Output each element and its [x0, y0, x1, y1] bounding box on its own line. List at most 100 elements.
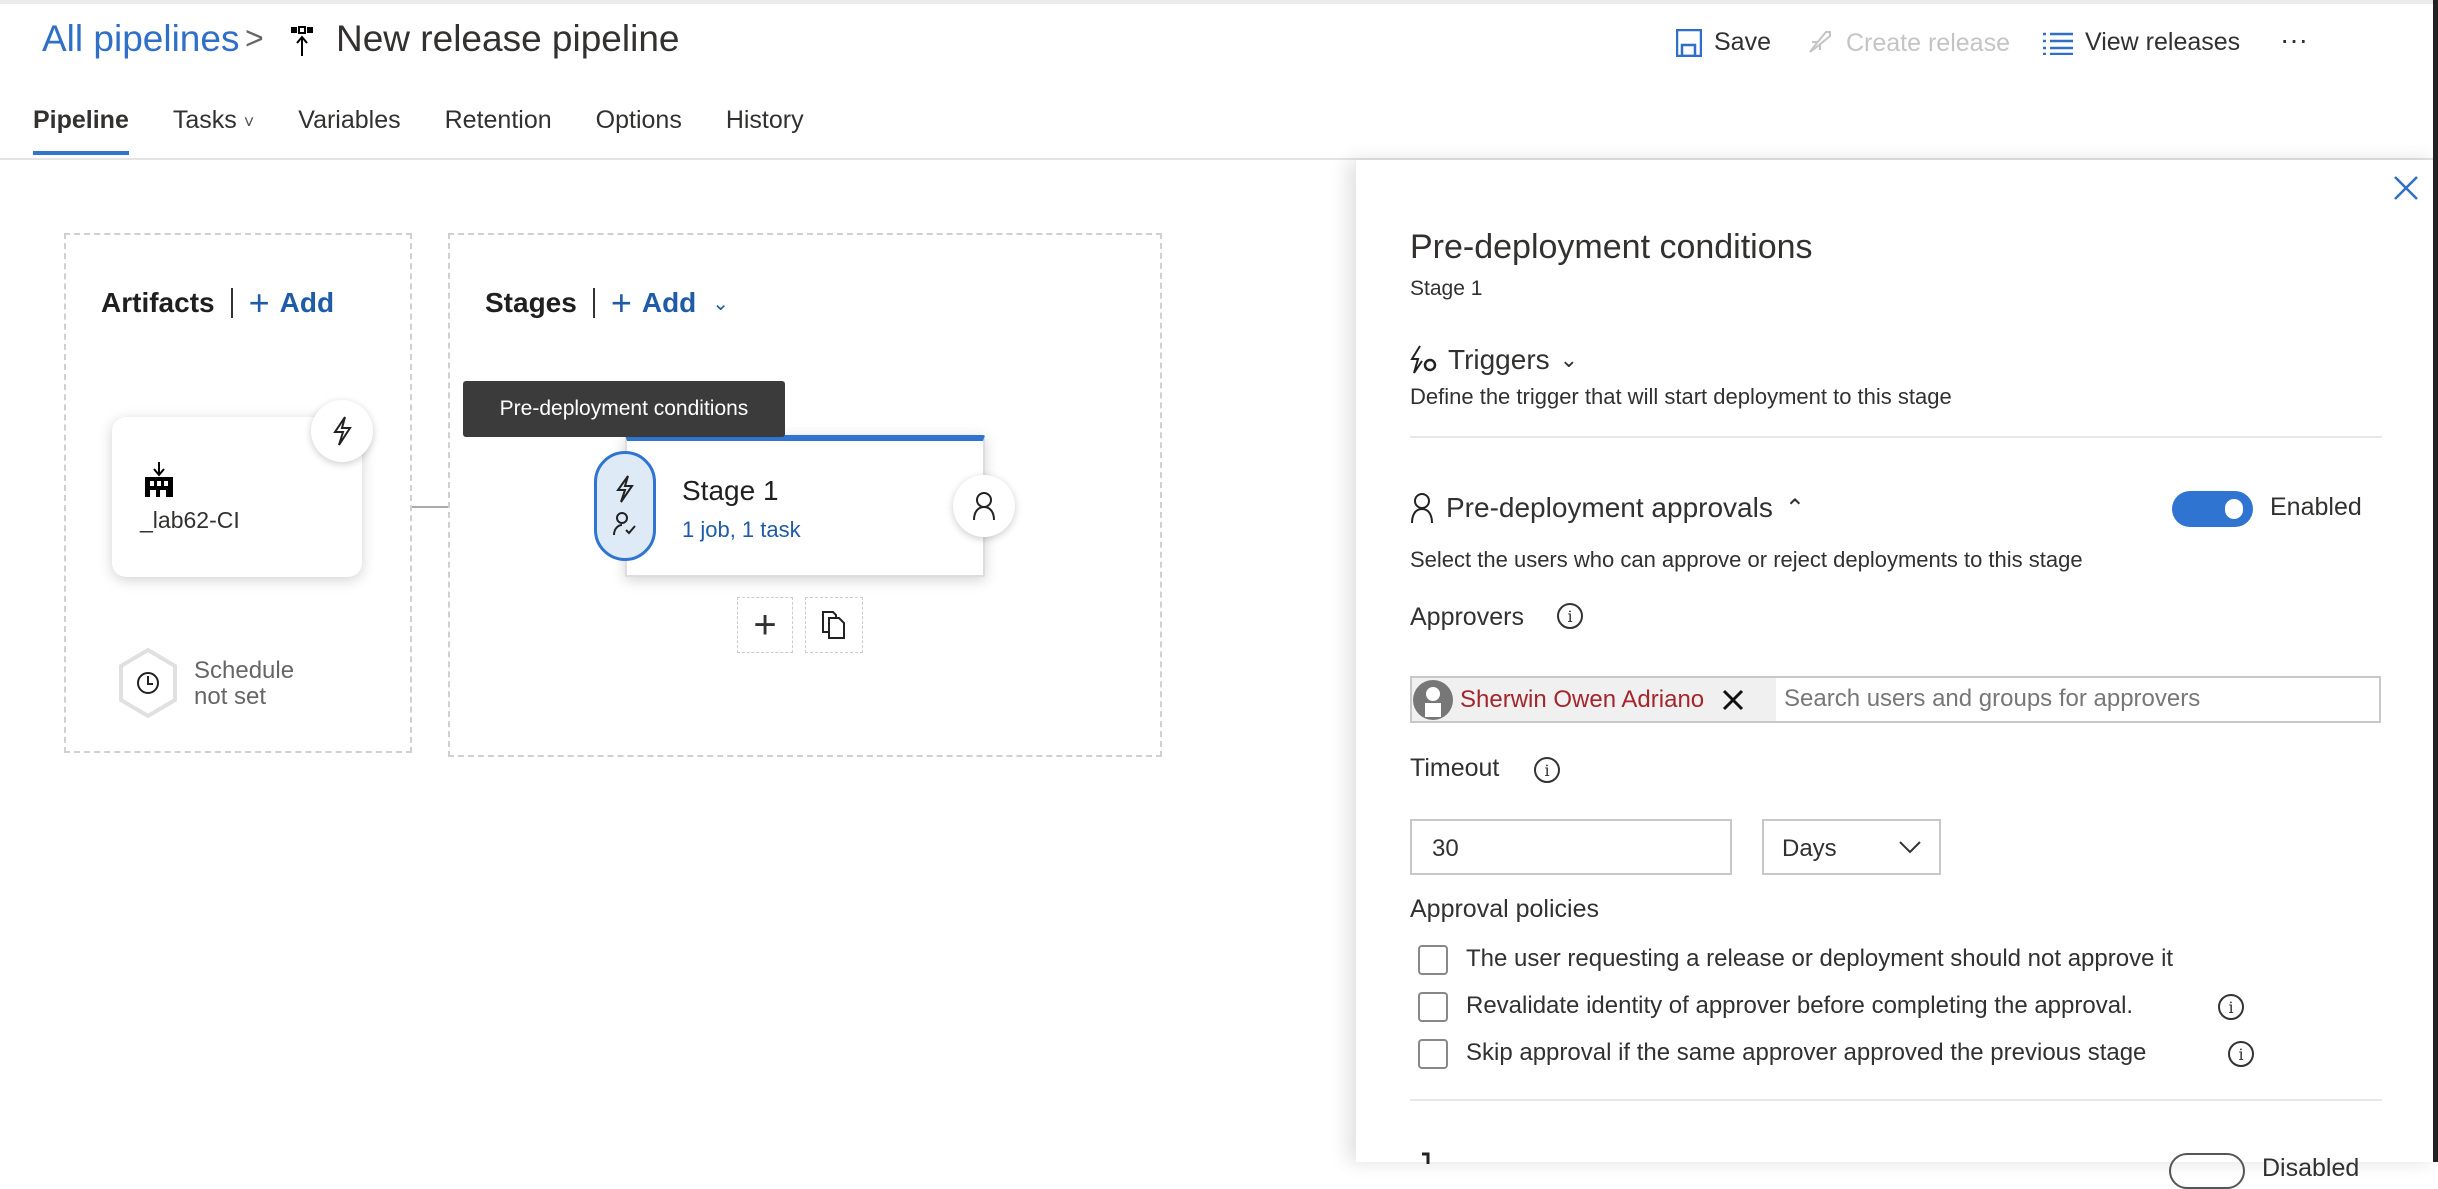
chevron-down-icon: ˅	[243, 112, 255, 132]
approvals-enabled-toggle[interactable]	[2172, 491, 2253, 527]
view-releases-label: View releases	[2085, 28, 2241, 56]
tab-options[interactable]: Options	[596, 106, 682, 149]
info-icon[interactable]: i	[2218, 994, 2244, 1020]
lightning-icon	[616, 475, 634, 503]
post-deployment-conditions-button[interactable]	[953, 475, 1015, 537]
breadcrumb-all-pipelines[interactable]: All pipelines	[42, 18, 239, 60]
save-button[interactable]: Save	[1676, 28, 1771, 57]
tab-bar: Pipeline Tasks ˅ Variables Retention Opt…	[33, 106, 848, 155]
save-label: Save	[1714, 28, 1771, 56]
plus-icon: +	[248, 282, 270, 323]
divider	[1410, 1099, 2382, 1101]
panel-title: Pre-deployment conditions	[1410, 228, 1813, 266]
list-icon	[2043, 32, 2073, 55]
plus-icon: +	[610, 282, 632, 323]
artifacts-header: Artifacts + Add	[101, 282, 334, 324]
toggle-label: Enabled	[2270, 493, 2362, 521]
build-artifact-icon	[145, 462, 173, 497]
add-artifact-label: Add	[279, 287, 335, 318]
plus-icon: +	[753, 602, 777, 647]
chevron-down-icon: ⌄	[1559, 347, 1579, 372]
add-stage-label: Add	[641, 287, 697, 318]
schedule-status[interactable]: Schedule not set	[194, 658, 294, 710]
approver-check-icon	[613, 512, 636, 536]
continuous-deployment-trigger-button[interactable]	[311, 400, 373, 462]
page-title: New release pipeline	[336, 18, 680, 59]
tab-variables[interactable]: Variables	[298, 106, 400, 149]
triggers-toggle[interactable]: Triggers ⌄	[1410, 344, 1578, 376]
separator	[230, 288, 233, 318]
schedule-icon[interactable]	[118, 648, 178, 718]
divider	[1410, 436, 2382, 438]
policy-checkbox[interactable]	[1418, 992, 1448, 1022]
approvers-field[interactable]: Sherwin Owen Adriano Search users and gr…	[1410, 676, 2381, 723]
more-actions-button[interactable]: ···	[2280, 24, 2308, 56]
chevron-up-icon: ⌃	[1784, 494, 1805, 522]
tab-tasks[interactable]: Tasks ˅	[173, 106, 254, 149]
save-icon	[1676, 28, 1702, 57]
info-icon[interactable]: i	[1557, 603, 1583, 629]
schedule-line2: not set	[194, 683, 267, 710]
create-release-label: Create release	[1846, 28, 2010, 57]
avatar	[1413, 679, 1453, 720]
triggers-description: Define the trigger that will start deplo…	[1410, 384, 1952, 409]
approver-name: Sherwin Owen Adriano	[1460, 685, 1705, 713]
artifacts-heading: Artifacts	[101, 287, 215, 318]
trigger-settings-icon	[1410, 345, 1437, 374]
close-icon[interactable]	[2393, 175, 2419, 201]
policy-checkbox[interactable]	[1418, 1039, 1448, 1069]
approver-chip: Sherwin Owen Adriano	[1412, 678, 1776, 721]
timeout-unit-select[interactable]: Days	[1762, 819, 1941, 875]
clone-stage-button[interactable]	[805, 597, 863, 653]
pre-deployment-conditions-button[interactable]	[594, 451, 656, 561]
approvers-search-placeholder: Search users and groups for approvers	[1784, 685, 2201, 712]
tooltip: Pre-deployment conditions	[463, 381, 785, 437]
approval-policies-label: Approval policies	[1410, 895, 1599, 923]
rocket-icon	[1809, 31, 1831, 53]
create-release-button[interactable]: Create release	[1804, 28, 2010, 58]
stages-heading: Stages	[485, 287, 577, 318]
breadcrumb-separator: >	[245, 20, 264, 56]
info-icon[interactable]: i	[1534, 757, 1560, 783]
policy-label: Revalidate identity of approver before c…	[1466, 992, 2134, 1019]
policy-label: Skip approval if the same approver appro…	[1466, 1039, 2147, 1066]
connector-line	[412, 506, 448, 508]
separator	[592, 288, 595, 318]
remove-approver-icon[interactable]	[1722, 689, 1744, 711]
add-artifact-button[interactable]: + Add	[249, 282, 334, 324]
gates-toggle[interactable]	[2169, 1153, 2245, 1189]
approvals-toggle-section[interactable]: Pre-deployment approvals ⌃	[1410, 492, 1805, 524]
timeout-label: Timeout	[1410, 754, 1500, 782]
person-icon	[1411, 493, 1433, 524]
lightning-icon	[333, 416, 352, 446]
artifact-name: _lab62-CI	[140, 507, 240, 533]
window-edge	[2433, 0, 2438, 1162]
copy-icon	[822, 611, 845, 639]
add-stage-button[interactable]: + Add ⌄	[611, 282, 729, 324]
approvals-description: Select the users who can approve or reje…	[1410, 547, 2083, 572]
toggle-knob	[2225, 499, 2243, 519]
policy-checkbox[interactable]	[1418, 945, 1448, 975]
release-pipeline-icon	[291, 26, 313, 56]
top-border	[0, 0, 2438, 4]
stage-card[interactable]: Stage 1 1 job, 1 task	[625, 435, 985, 577]
stage-summary-link[interactable]: 1 job, 1 task	[682, 517, 801, 543]
timeout-value-input[interactable]: 30	[1410, 819, 1732, 875]
tab-pipeline[interactable]: Pipeline	[33, 106, 129, 155]
tab-history[interactable]: History	[726, 106, 804, 149]
timeout-unit-value: Days	[1782, 835, 1837, 862]
view-releases-button[interactable]: View releases	[2043, 28, 2240, 57]
approvers-label: Approvers	[1410, 603, 1524, 631]
add-stage-below-button[interactable]: +	[737, 597, 793, 653]
tab-retention[interactable]: Retention	[445, 106, 552, 149]
chevron-down-icon	[1899, 841, 1921, 854]
info-icon[interactable]: i	[2228, 1041, 2254, 1067]
stage-name: Stage 1	[682, 475, 779, 506]
stages-header: Stages + Add ⌄	[485, 282, 729, 324]
gate-icon	[1422, 1152, 1430, 1164]
chevron-down-icon: ⌄	[712, 292, 730, 315]
person-icon	[973, 492, 995, 521]
policy-label: The user requesting a release or deploym…	[1466, 945, 2174, 972]
pre-deployment-conditions-panel: Pre-deployment conditions Stage 1 Trigge…	[1356, 160, 2438, 1189]
schedule-line1: Schedule	[194, 657, 295, 684]
